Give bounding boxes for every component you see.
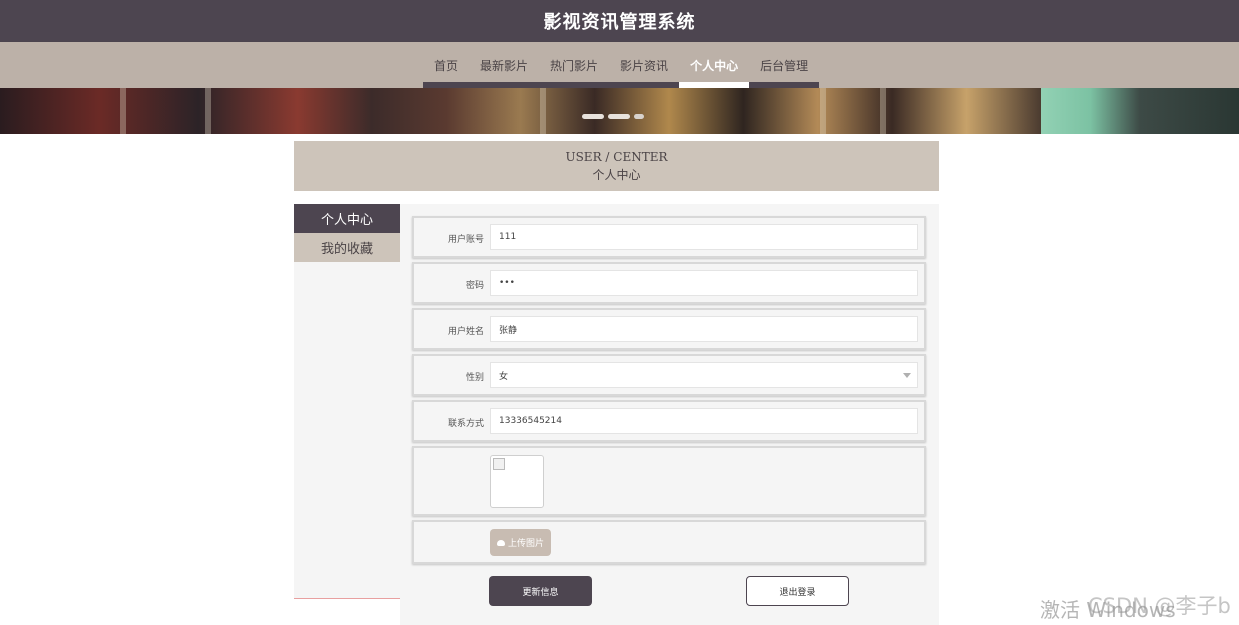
- carousel-dot[interactable]: [634, 114, 644, 119]
- sidebar-item-personal-center[interactable]: 个人中心: [294, 204, 400, 233]
- chevron-down-icon: [903, 373, 911, 378]
- profile-form: 用户账号 111 密码 ••• 用户姓名 张静 性别 女 联系方式 133365…: [400, 204, 939, 625]
- phone-label: 联系方式: [447, 419, 484, 429]
- form-row-account: 用户账号 111: [412, 216, 926, 258]
- sidebar: 个人中心 我的收藏: [294, 204, 400, 599]
- page-title-panel: USER / CENTER 个人中心: [294, 141, 939, 191]
- gender-label: 性别: [465, 373, 484, 383]
- main-nav: 首页 最新影片 热门影片 影片资讯 个人中心 后台管理: [0, 42, 1239, 88]
- account-input[interactable]: 111: [490, 224, 918, 250]
- form-row-upload: 上传图片: [412, 520, 926, 564]
- banner-decoration: [540, 88, 546, 134]
- nav-item-movie-news[interactable]: 影片资讯: [609, 42, 680, 88]
- nav-item-home[interactable]: 首页: [423, 42, 470, 88]
- nav-item-admin[interactable]: 后台管理: [749, 42, 820, 88]
- name-input[interactable]: 张静: [490, 316, 918, 342]
- password-input[interactable]: •••: [490, 270, 918, 296]
- nav-label: 个人中心: [690, 58, 739, 73]
- form-row-phone: 联系方式 13336545214: [412, 400, 926, 442]
- site-title: 影视资讯管理系统: [543, 12, 696, 33]
- phone-input[interactable]: 13336545214: [490, 408, 918, 434]
- broken-image-icon: [493, 458, 505, 470]
- sidebar-item-label: 我的收藏: [320, 242, 373, 257]
- form-row-password: 密码 •••: [412, 262, 926, 304]
- gender-value: 女: [499, 371, 509, 382]
- page-title-en: USER / CENTER: [565, 150, 668, 164]
- nav-item-personal-center[interactable]: 个人中心: [679, 42, 750, 88]
- nav-label: 后台管理: [760, 58, 809, 73]
- nav-label: 首页: [434, 58, 459, 73]
- form-row-avatar: [412, 446, 926, 516]
- cloud-upload-icon: [496, 539, 505, 546]
- upload-image-button[interactable]: 上传图片: [490, 529, 551, 556]
- banner-decoration: [120, 88, 126, 134]
- nav-item-latest-movies[interactable]: 最新影片: [469, 42, 540, 88]
- banner-decoration: [880, 88, 886, 134]
- upload-label: 上传图片: [507, 539, 544, 549]
- password-label: 密码: [465, 281, 484, 291]
- banner-decoration: [205, 88, 211, 134]
- banner-decoration: [820, 88, 826, 134]
- nav-item-hot-movies[interactable]: 热门影片: [539, 42, 610, 88]
- form-row-name: 用户姓名 张静: [412, 308, 926, 350]
- gender-select[interactable]: 女: [490, 362, 918, 388]
- nav-label: 最新影片: [480, 58, 529, 73]
- banner-carousel: [0, 88, 1239, 134]
- nav-label: 影片资讯: [620, 58, 669, 73]
- sidebar-item-favorites[interactable]: 我的收藏: [294, 233, 400, 262]
- logout-button[interactable]: 退出登录: [746, 576, 849, 606]
- update-info-button[interactable]: 更新信息: [489, 576, 592, 606]
- page-title-zh: 个人中心: [592, 168, 641, 182]
- account-label: 用户账号: [447, 235, 484, 245]
- carousel-dot[interactable]: [582, 114, 604, 119]
- top-header: 影视资讯管理系统: [0, 0, 1239, 42]
- carousel-indicators: [582, 114, 644, 119]
- name-label: 用户姓名: [447, 327, 484, 337]
- carousel-dot[interactable]: [608, 114, 630, 119]
- nav-label: 热门影片: [550, 58, 599, 73]
- csdn-watermark: CSDN @李子b: [1088, 594, 1231, 618]
- sidebar-item-label: 个人中心: [320, 213, 373, 228]
- avatar-image: [490, 455, 544, 508]
- form-row-gender: 性别 女: [412, 354, 926, 396]
